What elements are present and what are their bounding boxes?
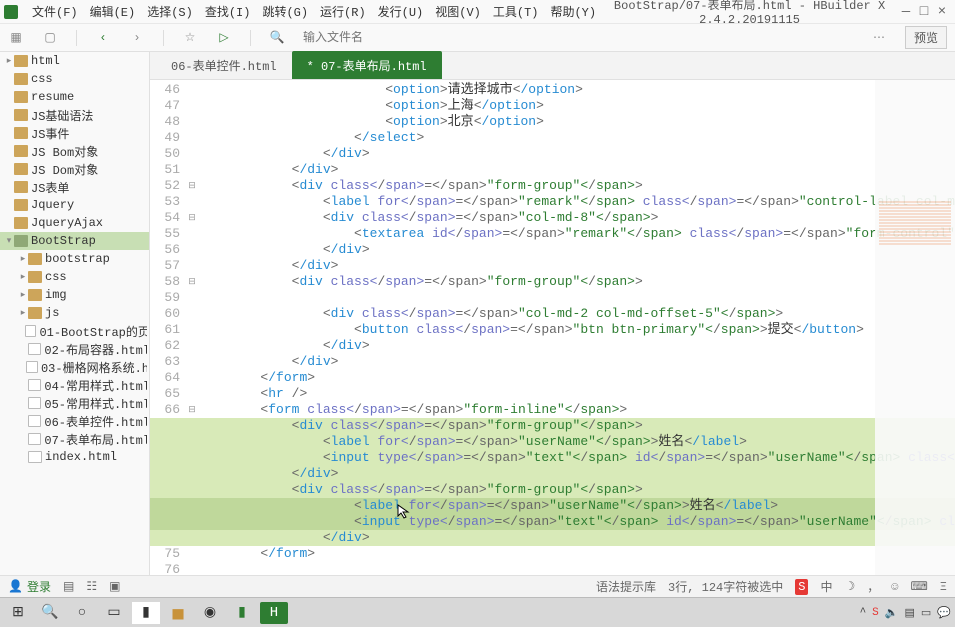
menu-item[interactable]: 运行(R) xyxy=(314,3,372,20)
window-title: BootStrap/07-表单布局.html - HBuilder X 2.4.… xyxy=(602,0,897,27)
hbuilder-icon[interactable]: H xyxy=(260,602,288,624)
save-icon[interactable]: ▢ xyxy=(42,30,58,46)
code-lines[interactable]: <option>请选择城市</option> <option>上海</optio… xyxy=(198,82,955,575)
forward-icon[interactable]: › xyxy=(129,30,145,46)
menu-item[interactable]: 查找(I) xyxy=(199,3,257,20)
tree-node[interactable]: 01-BootStrap的页面... xyxy=(0,322,149,340)
tray-moon-icon[interactable]: ☽ xyxy=(844,579,855,594)
tray-up-icon[interactable]: ^ xyxy=(860,607,867,619)
menu-item[interactable]: 文件(F) xyxy=(26,3,84,20)
tree-node[interactable]: resume xyxy=(0,88,149,106)
tree-node[interactable]: 03-栅格网格系统.html xyxy=(0,358,149,376)
tree-node[interactable]: css xyxy=(0,70,149,88)
tree-node[interactable]: ▾BootStrap xyxy=(0,232,149,250)
editor-tabs: 06-表单控件.html * 07-表单布局.html xyxy=(150,52,955,80)
tree-node[interactable]: 05-常用样式.html xyxy=(0,394,149,412)
taskview-icon[interactable]: ▭ xyxy=(100,602,128,624)
sb-icon-1[interactable]: ▤ xyxy=(63,579,74,594)
extras-icon[interactable]: ⋯ xyxy=(871,30,887,46)
tree-node[interactable]: JS基础语法 xyxy=(0,106,149,124)
close-button[interactable]: × xyxy=(933,4,951,20)
user-icon: 👤 xyxy=(8,579,23,594)
menu-item[interactable]: 工具(T) xyxy=(487,3,545,20)
tab-active[interactable]: * 07-表单布局.html xyxy=(292,51,442,79)
new-file-icon[interactable]: ▦ xyxy=(8,30,24,46)
tray-sp-icon[interactable]: 🔈 xyxy=(885,606,899,620)
app-2-icon[interactable]: ▮ xyxy=(228,602,256,624)
tree-node[interactable]: ▸css xyxy=(0,268,149,286)
sb-icon-2[interactable]: ☷ xyxy=(86,579,97,594)
back-icon[interactable]: ‹ xyxy=(95,30,111,46)
app-1-icon[interactable]: ▮ xyxy=(132,602,160,624)
tray-smile-icon[interactable]: ☺ xyxy=(891,580,898,594)
tray-kbd-icon[interactable]: ⌨ xyxy=(910,579,927,594)
tab-inactive[interactable]: 06-表单控件.html xyxy=(156,51,292,79)
windows-taskbar: ⊞ 🔍 ○ ▭ ▮ ▅ ◉ ▮ H ^ S 🔈 ▤ ▭ 💬 xyxy=(0,597,955,627)
minimize-button[interactable]: — xyxy=(897,4,915,20)
tray-lang[interactable]: 中 xyxy=(820,578,832,595)
tray-msg-icon[interactable]: 💬 xyxy=(937,606,951,620)
start-button[interactable]: ⊞ xyxy=(4,602,32,624)
run-icon[interactable]: ▷ xyxy=(216,30,232,46)
filename-input[interactable] xyxy=(303,31,853,45)
menu-item[interactable]: 编辑(E) xyxy=(84,3,142,20)
login-link[interactable]: 登录 xyxy=(27,578,51,595)
menu-bar: 文件(F)编辑(E)选择(S)查找(I)跳转(G)运行(R)发行(U)视图(V)… xyxy=(0,0,955,24)
tray-net-icon[interactable]: ▤ xyxy=(904,606,914,620)
menu-item[interactable]: 选择(S) xyxy=(141,3,199,20)
ime-icon[interactable]: S xyxy=(795,579,808,595)
explorer-icon[interactable]: ▅ xyxy=(164,602,192,624)
tree-node[interactable]: 02-布局容器.html xyxy=(0,340,149,358)
tree-node[interactable]: ▸js xyxy=(0,304,149,322)
tree-node[interactable]: index.html xyxy=(0,448,149,466)
maximize-button[interactable]: □ xyxy=(915,4,933,20)
tree-node[interactable]: ▸html xyxy=(0,52,149,70)
app-logo-icon xyxy=(4,5,18,19)
tree-node[interactable]: JS表单 xyxy=(0,178,149,196)
tree-node[interactable]: JS Bom对象 xyxy=(0,142,149,160)
file-explorer: ▸htmlcssresumeJS基础语法JS事件JS Bom对象JS Dom对象… xyxy=(0,52,150,575)
tree-node[interactable]: 06-表单控件.html xyxy=(0,412,149,430)
tray-s-icon[interactable]: S xyxy=(872,607,879,619)
menu-item[interactable]: 跳转(G) xyxy=(256,3,314,20)
status-bar: 👤 登录 ▤ ☷ ▣ 语法提示库 3行, 124字符被选中 S 中 ☽ ， ☺ … xyxy=(0,575,955,597)
tree-node[interactable]: ▸bootstrap xyxy=(0,250,149,268)
search-icon[interactable]: 🔍 xyxy=(269,30,285,46)
tray-bat-icon[interactable]: ▭ xyxy=(921,606,931,620)
cursor-position: 3行, 124字符被选中 xyxy=(668,578,783,595)
star-icon[interactable]: ☆ xyxy=(182,30,198,46)
menu-item[interactable]: 视图(V) xyxy=(429,3,487,20)
tree-node[interactable]: Jquery xyxy=(0,196,149,214)
code-editor[interactable]: 06-表单控件.html * 07-表单布局.html 464748495051… xyxy=(150,52,955,575)
preview-button[interactable]: 预览 xyxy=(905,26,947,49)
tree-node[interactable]: JqueryAjax xyxy=(0,214,149,232)
sb-icon-3[interactable]: ▣ xyxy=(109,579,120,594)
toolbar: ▦ ▢ ‹ › ☆ ▷ 🔍 ⋯ 预览 xyxy=(0,24,955,52)
tree-node[interactable]: ▸img xyxy=(0,286,149,304)
tree-node[interactable]: 07-表单布局.html xyxy=(0,430,149,448)
tree-node[interactable]: JS Dom对象 xyxy=(0,160,149,178)
chrome-icon[interactable]: ◉ xyxy=(196,602,224,624)
minimap[interactable] xyxy=(875,80,955,575)
search-task-icon[interactable]: 🔍 xyxy=(36,602,64,624)
tree-node[interactable]: JS事件 xyxy=(0,124,149,142)
tray-q[interactable]: Ξ xyxy=(940,580,947,594)
tree-node[interactable]: 04-常用样式.html xyxy=(0,376,149,394)
tray-comma[interactable]: ， xyxy=(867,578,879,595)
syntax-hint[interactable]: 语法提示库 xyxy=(596,578,656,595)
menu-item[interactable]: 发行(U) xyxy=(372,3,430,20)
cortana-icon[interactable]: ○ xyxy=(68,602,96,624)
menu-item[interactable]: 帮助(Y) xyxy=(544,3,602,20)
